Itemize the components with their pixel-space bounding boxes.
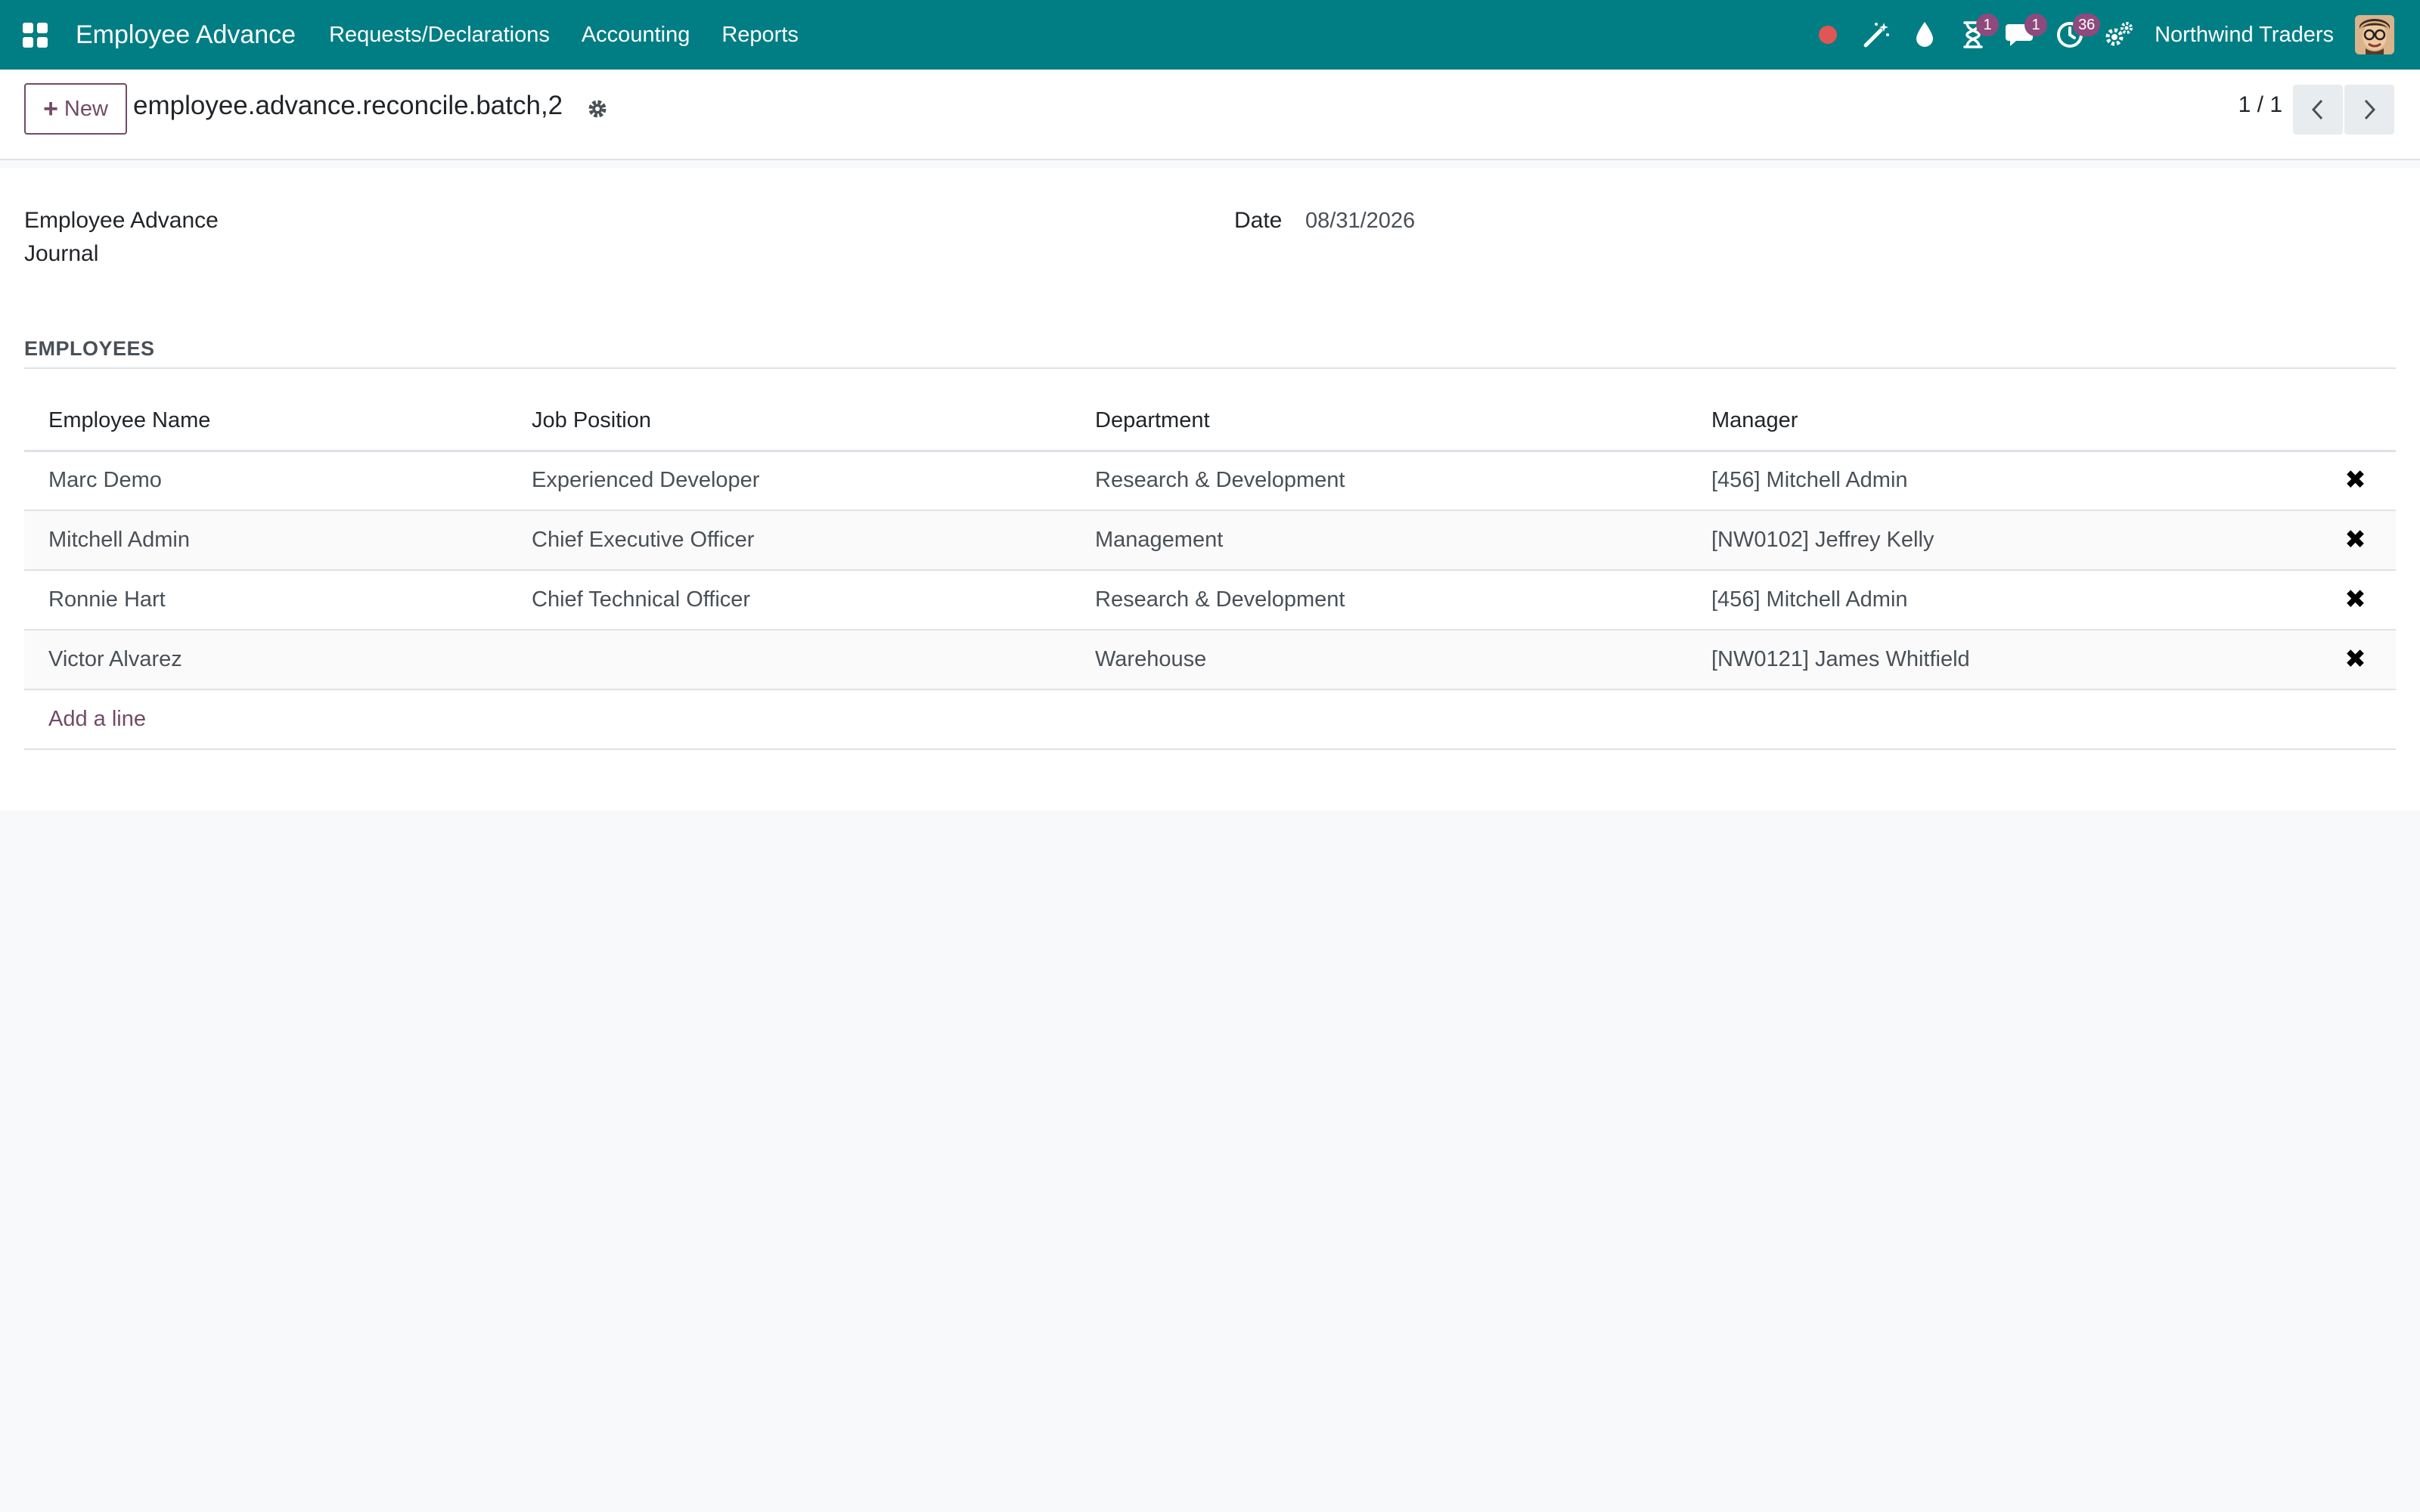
chevron-left-icon <box>2311 99 2323 120</box>
new-button-label: New <box>64 96 108 121</box>
delete-x-icon: ✖ <box>2344 584 2366 614</box>
pager-previous-button[interactable] <box>2293 85 2343 135</box>
delete-x-icon: ✖ <box>2344 644 2366 674</box>
messages-chat-icon[interactable]: 1 <box>1997 0 2048 70</box>
column-header-department[interactable]: Department <box>1071 392 1687 452</box>
activity-count-badge: 1 <box>1976 14 2000 36</box>
record-actions-gear-icon[interactable] <box>585 94 610 124</box>
cell-manager[interactable]: [NW0102] Jeffrey Kelly <box>1687 510 2315 571</box>
cell-employee-name[interactable]: Mitchell Admin <box>24 510 507 571</box>
column-header-job-position[interactable]: Job Position <box>507 392 1071 452</box>
cell-department[interactable]: Research & Development <box>1071 570 1687 631</box>
employees-section-title: EMPLOYEES <box>24 337 155 360</box>
cell-job-position[interactable] <box>507 630 1071 690</box>
apps-menu-icon[interactable] <box>0 0 70 70</box>
control-panel: + New employee.advance.reconcile.batch,2… <box>0 70 2420 160</box>
app-brand[interactable]: Employee Advance <box>76 20 296 50</box>
column-header-actions <box>2315 392 2396 452</box>
cell-manager[interactable]: [NW0121] James Whitfield <box>1687 630 2315 690</box>
date-field-label: Date <box>1234 208 1283 233</box>
cell-job-position[interactable]: Chief Executive Officer <box>507 510 1071 571</box>
employees-table: Employee Name Job Position Department Ma… <box>24 392 2396 750</box>
systray: 1 1 36 Northwind Traders <box>1804 0 2420 70</box>
cell-department[interactable]: Warehouse <box>1071 630 1687 690</box>
top-navbar: Employee Advance Requests/Declarations A… <box>0 0 2420 70</box>
table-row[interactable]: Marc Demo Experienced Developer Research… <box>24 451 2396 511</box>
delete-row-button[interactable]: ✖ <box>2315 451 2396 511</box>
new-record-button[interactable]: + New <box>24 83 127 135</box>
delete-x-icon: ✖ <box>2344 525 2366 554</box>
color-drop-icon[interactable] <box>1900 0 1949 70</box>
settings-gears-icon[interactable] <box>2094 0 2142 70</box>
cell-department[interactable]: Management <box>1071 510 1687 571</box>
pager-value[interactable]: 1 / 1 <box>2238 92 2282 118</box>
pager-next-button[interactable] <box>2344 85 2394 135</box>
delete-x-icon: ✖ <box>2344 465 2366 494</box>
recording-dot-icon[interactable] <box>1804 0 1852 70</box>
delete-row-button[interactable]: ✖ <box>2315 570 2396 631</box>
add-line-link[interactable]: Add a line <box>48 707 146 731</box>
table-row[interactable]: Victor Alvarez Warehouse [NW0121] James … <box>24 630 2396 690</box>
cell-manager[interactable]: [456] Mitchell Admin <box>1687 570 2315 631</box>
delete-row-button[interactable]: ✖ <box>2315 510 2396 571</box>
magic-wand-icon[interactable] <box>1852 0 1900 70</box>
cell-department[interactable]: Research & Development <box>1071 451 1687 511</box>
menu-reports[interactable]: Reports <box>721 23 799 48</box>
messages-count-badge: 1 <box>2024 14 2048 36</box>
cell-job-position[interactable]: Chief Technical Officer <box>507 570 1071 631</box>
journal-field-label: Employee Advance Journal <box>24 208 219 266</box>
add-line-row: Add a line <box>24 689 2396 750</box>
table-header-row: Employee Name Job Position Department Ma… <box>24 392 2396 452</box>
menu-accounting[interactable]: Accounting <box>582 23 690 48</box>
column-header-manager[interactable]: Manager <box>1687 392 2315 452</box>
table-row[interactable]: Mitchell Admin Chief Executive Officer M… <box>24 510 2396 571</box>
timer-clock-icon[interactable]: 36 <box>2046 0 2101 70</box>
plus-icon: + <box>43 94 58 123</box>
section-divider <box>24 367 2396 369</box>
cell-manager[interactable]: [456] Mitchell Admin <box>1687 451 2315 511</box>
cell-employee-name[interactable]: Marc Demo <box>24 451 507 511</box>
cell-employee-name[interactable]: Victor Alvarez <box>24 630 507 690</box>
cell-employee-name[interactable]: Ronnie Hart <box>24 570 507 631</box>
table-row[interactable]: Ronnie Hart Chief Technical Officer Rese… <box>24 570 2396 631</box>
user-avatar[interactable] <box>2355 15 2394 54</box>
date-field-value[interactable]: 08/31/2026 <box>1305 204 1415 237</box>
menu-requests-declarations[interactable]: Requests/Declarations <box>329 23 550 48</box>
column-header-employee-name[interactable]: Employee Name <box>24 392 507 452</box>
cell-job-position[interactable]: Experienced Developer <box>507 451 1071 511</box>
delete-row-button[interactable]: ✖ <box>2315 630 2396 690</box>
chevron-right-icon <box>2364 99 2376 120</box>
form-sheet: Employee Advance Journal Date 08/31/2026… <box>0 168 2420 810</box>
activity-hourglass-icon[interactable]: 1 <box>1949 0 2000 70</box>
company-switcher[interactable]: Northwind Traders <box>2155 23 2334 48</box>
breadcrumb-record-title: employee.advance.reconcile.batch,2 <box>133 91 563 120</box>
